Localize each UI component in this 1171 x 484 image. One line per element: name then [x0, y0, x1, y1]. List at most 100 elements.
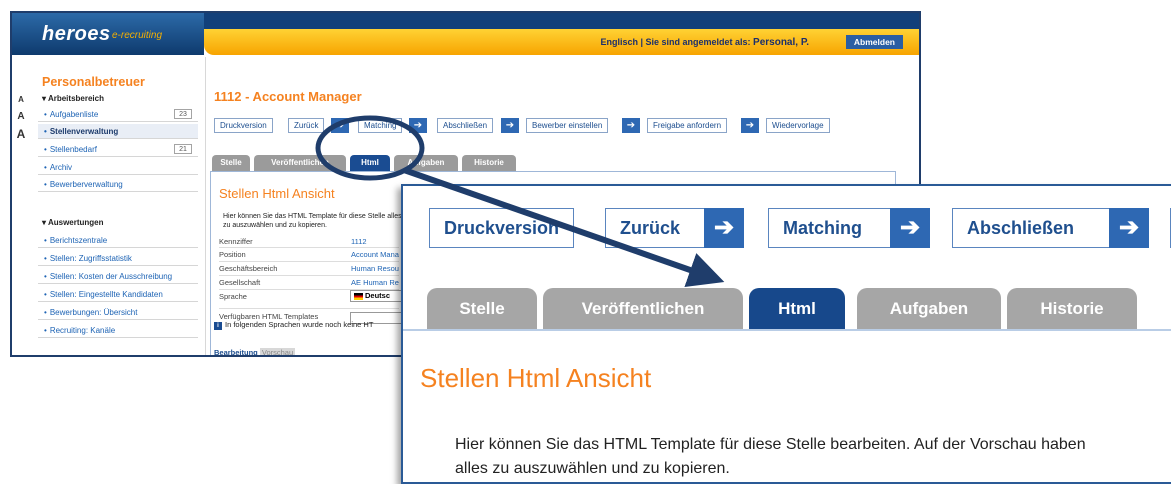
- sidebar-item-recruiting-kanaele[interactable]: • Recruiting: Kanäle: [38, 323, 198, 338]
- sidebar-item-label: Stellenverwaltung: [49, 127, 119, 136]
- field-value[interactable]: Human Resou: [351, 264, 399, 273]
- font-size-switcher: A A A: [12, 95, 30, 143]
- field-label: Position: [219, 250, 246, 259]
- field-value[interactable]: Account Mana: [351, 250, 399, 259]
- sidebar-section-auswertungen[interactable]: ▾ Auswertungen: [42, 218, 104, 227]
- sidebar-item-label: Bewerberverwaltung: [49, 180, 123, 189]
- sidebar-item-stellenverwaltung[interactable]: • Stellenverwaltung: [38, 124, 198, 139]
- sidebar-item-kosten[interactable]: • Stellen: Kosten der Ausschreibung: [38, 269, 198, 284]
- logo: heroes: [42, 23, 111, 45]
- sidebar-section-arbeitsbereich[interactable]: ▾ Arbeitsbereich: [42, 94, 104, 103]
- field-value[interactable]: AE Human Re: [351, 278, 399, 287]
- sidebar-item-label: Berichtszentrale: [49, 236, 108, 245]
- sidebar-item-eingestellte-kandidaten[interactable]: • Stellen: Eingestellte Kandidaten: [38, 287, 198, 302]
- arrow-right-icon[interactable]: ➔: [704, 208, 744, 248]
- bullet-icon: •: [44, 326, 47, 335]
- field-label: Sprache: [219, 292, 247, 301]
- logo-subtitle: e-recruiting: [112, 30, 163, 41]
- finish-button[interactable]: Abschließen: [437, 118, 494, 133]
- sidebar-item-bewerbungen-uebersicht[interactable]: • Bewerbungen: Übersicht: [38, 305, 198, 320]
- info-message: i In folgenden Sprachen wurde noch keine …: [214, 320, 373, 330]
- description-line: Hier können Sie das HTML Template für di…: [455, 436, 1086, 453]
- bullet-icon: •: [44, 236, 47, 245]
- hire-applicant-button[interactable]: Bewerber einstellen: [526, 118, 609, 133]
- subtabs: Bearbeitung Vorschau: [214, 348, 296, 355]
- tab-veroeffentlichen-zoomed[interactable]: Veröffentlichen: [543, 288, 743, 330]
- print-button-zoomed[interactable]: Druckversion: [429, 208, 575, 248]
- bullet-icon: •: [44, 254, 47, 263]
- resubmission-button[interactable]: Wiedervorlage: [766, 118, 830, 133]
- field-label: Kennziffer: [219, 237, 253, 246]
- tab-stelle[interactable]: Stelle: [212, 155, 250, 171]
- arrow-right-icon[interactable]: ➔: [409, 118, 427, 133]
- info-icon: i: [214, 322, 222, 330]
- row-divider: [219, 261, 399, 262]
- arrow-right-icon[interactable]: ➔: [622, 118, 640, 133]
- row-divider: [219, 275, 399, 276]
- arrow-right-icon[interactable]: ➔: [1109, 208, 1149, 248]
- tab-aufgaben[interactable]: Aufgaben: [394, 155, 458, 171]
- row-divider: [219, 247, 399, 248]
- finish-button-zoomed[interactable]: Abschließen: [952, 208, 1132, 248]
- sidebar-item-archiv[interactable]: • Archiv: [38, 160, 198, 175]
- info-text: In folgenden Sprachen wurde noch keine H…: [225, 320, 374, 329]
- language-value: Deutsc: [365, 291, 391, 300]
- subtab-bearbeitung[interactable]: Bearbeitung: [214, 348, 258, 355]
- font-size-large[interactable]: A: [12, 127, 30, 143]
- sidebar-item-stellenbedarf[interactable]: • Stellenbedarf 21: [38, 142, 198, 157]
- arrow-right-icon[interactable]: ➔: [741, 118, 759, 133]
- count-badge: 23: [174, 109, 192, 119]
- user-name: Personal, P.: [753, 37, 809, 48]
- bullet-icon: •: [44, 110, 47, 119]
- html-view-panel-zoomed: Stellen Html Ansicht Hier können Sie das…: [403, 329, 1171, 482]
- field-value: 1112: [351, 237, 367, 246]
- top-bar: heroes e-recruiting Englisch | Sie sind …: [12, 13, 919, 55]
- bullet-icon: •: [44, 272, 47, 281]
- request-approval-button[interactable]: Freigabe anfordern: [647, 118, 728, 133]
- sidebar-item-label: Recruiting: Kanäle: [49, 326, 116, 335]
- back-button[interactable]: Zurück: [288, 118, 325, 133]
- header-stripe: [204, 13, 919, 29]
- font-size-medium[interactable]: A: [12, 111, 30, 127]
- panel-description-zoomed: Hier können Sie das HTML Template für di…: [455, 433, 1171, 481]
- arrow-right-icon[interactable]: ➔: [890, 208, 930, 248]
- sidebar-item-label: Stellen: Kosten der Ausschreibung: [49, 272, 173, 281]
- sidebar-title: Personalbetreuer: [42, 75, 145, 89]
- sidebar-item-label: Aufgabenliste: [49, 110, 99, 119]
- page-title: 1112 - Account Manager: [214, 89, 362, 104]
- matching-button[interactable]: Matching: [358, 118, 403, 133]
- tab-veroeffentlichen[interactable]: Veröffentlichen: [254, 155, 346, 171]
- bullet-icon: •: [44, 290, 47, 299]
- print-button[interactable]: Druckversion: [214, 118, 273, 133]
- sidebar: Personalbetreuer ▾ Arbeitsbereich • Aufga…: [32, 57, 206, 355]
- tab-historie-zoomed[interactable]: Historie: [1007, 288, 1137, 330]
- panel-description: Hier können Sie das HTML Template für di…: [223, 213, 402, 229]
- bullet-icon: •: [44, 127, 47, 136]
- subtab-vorschau[interactable]: Vorschau: [259, 348, 296, 355]
- tab-aufgaben-zoomed[interactable]: Aufgaben: [857, 288, 1001, 330]
- field-label: Geschäftsbereich: [219, 264, 278, 273]
- bullet-icon: •: [44, 145, 47, 154]
- tab-stelle-zoomed[interactable]: Stelle: [427, 288, 537, 330]
- sidebar-item-bewerberverwaltung[interactable]: • Bewerberverwaltung: [38, 177, 198, 192]
- sidebar-item-aufgabenliste[interactable]: • Aufgabenliste 23: [38, 107, 198, 122]
- sidebar-item-zugriffsstatistik[interactable]: • Stellen: Zugriffsstatistik: [38, 251, 198, 266]
- logo-area: heroes e-recruiting: [12, 13, 204, 55]
- logout-button[interactable]: Abmelden: [845, 35, 903, 49]
- tab-historie[interactable]: Historie: [462, 155, 516, 171]
- german-flag-icon: [354, 293, 363, 300]
- sidebar-section-label: Arbeitsbereich: [47, 94, 104, 103]
- sidebar-item-label: Stellen: Eingestellte Kandidaten: [49, 290, 163, 299]
- sidebar-item-berichtszentrale[interactable]: • Berichtszentrale: [38, 233, 198, 248]
- bullet-icon: •: [44, 308, 47, 317]
- bullet-icon: •: [44, 180, 47, 189]
- user-info: Englisch | Sie sind angemeldet als: Pers…: [600, 37, 809, 48]
- sidebar-item-label: Stellen: Zugriffsstatistik: [49, 254, 132, 263]
- panel-title: Stellen Html Ansicht: [219, 186, 335, 201]
- tab-html-zoomed[interactable]: Html: [749, 288, 845, 330]
- tab-html[interactable]: Html: [350, 155, 390, 171]
- font-size-small[interactable]: A: [12, 95, 30, 111]
- arrow-right-icon[interactable]: ➔: [501, 118, 519, 133]
- arrow-right-icon[interactable]: ➔: [331, 118, 349, 133]
- zoom-callout: Druckversion Zurück ➔ Matching ➔ Abschli…: [401, 184, 1171, 484]
